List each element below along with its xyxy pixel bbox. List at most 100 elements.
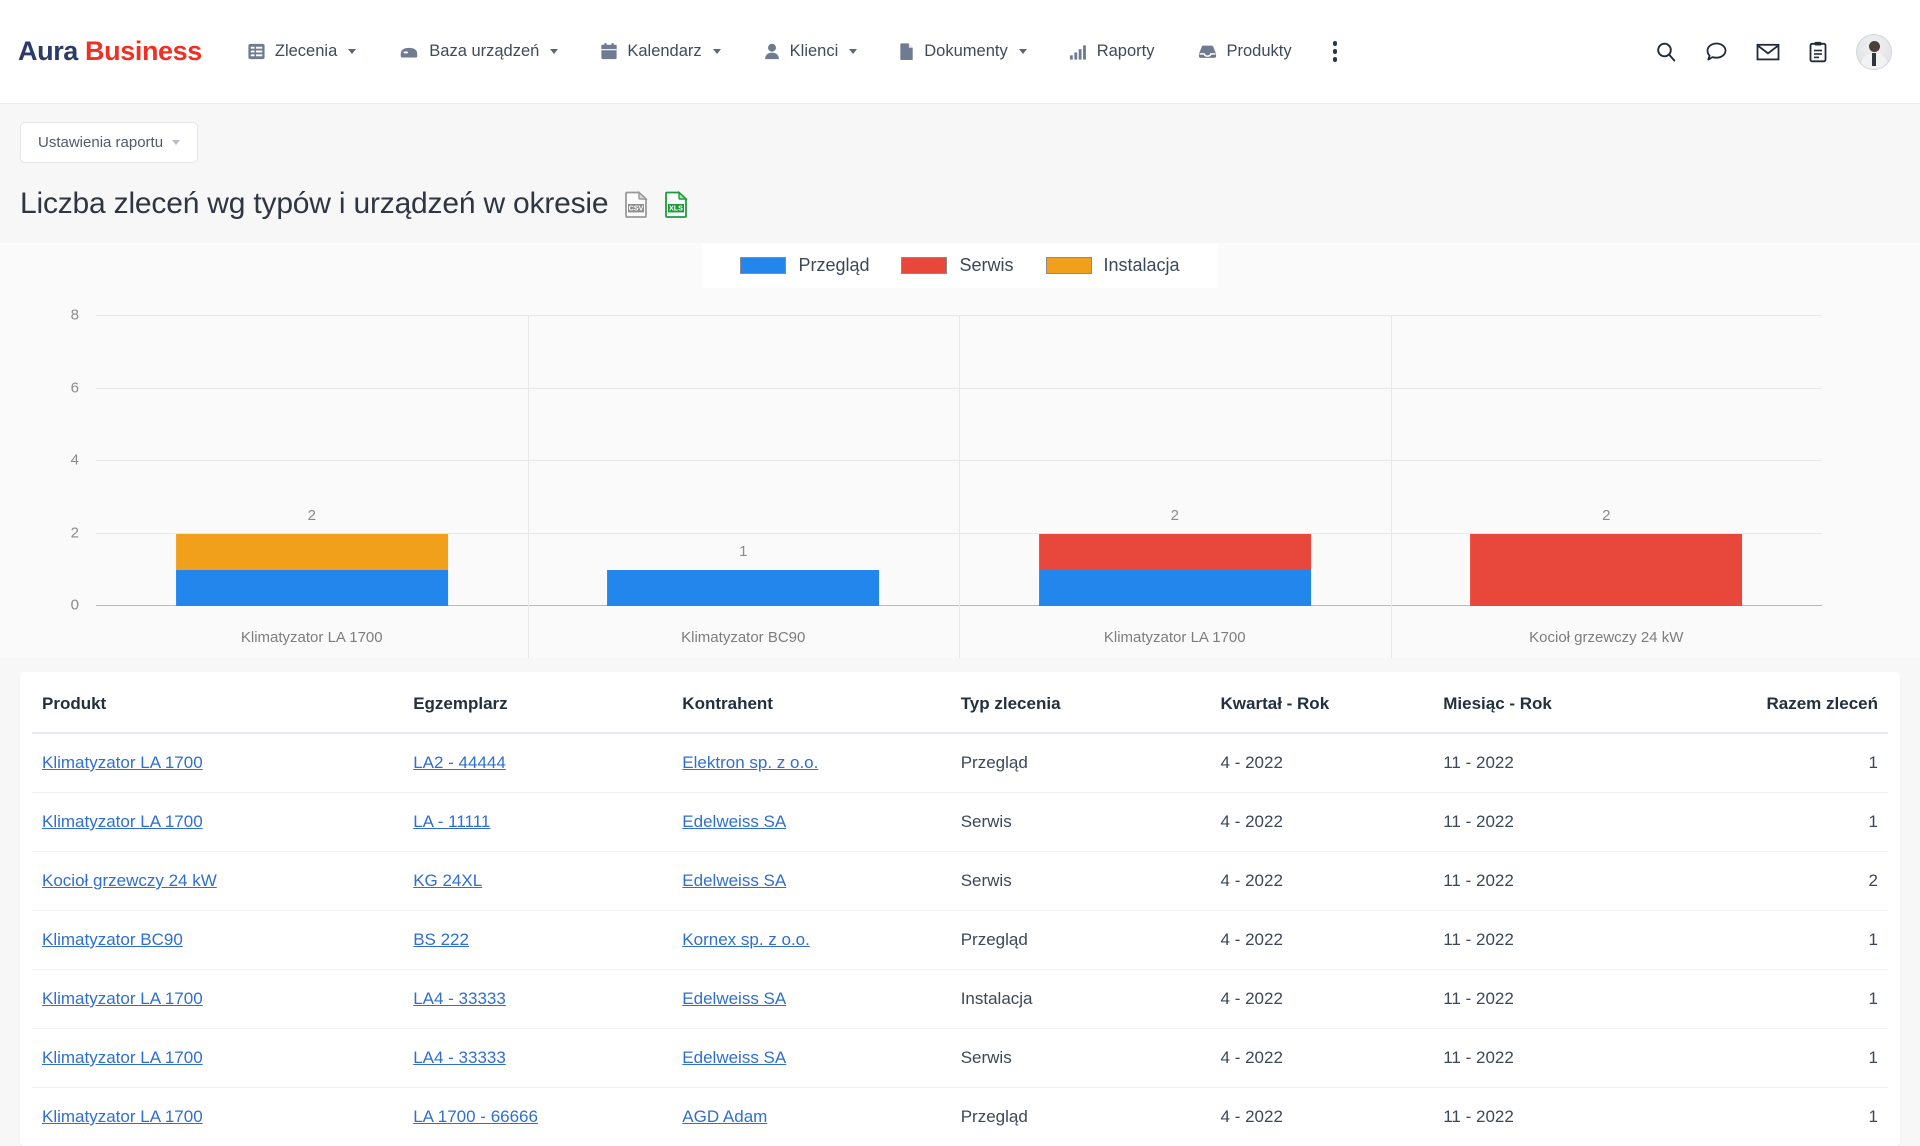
link-produkt[interactable]: Klimatyzator LA 1700 <box>42 1107 203 1126</box>
nav-item-dokumenty[interactable]: Dokumenty <box>878 0 1047 104</box>
cell-egz[interactable]: LA 1700 - 66666 <box>403 1088 672 1146</box>
kebab-dot <box>1333 41 1338 46</box>
link-egz[interactable]: LA 1700 - 66666 <box>413 1107 538 1126</box>
nav-item-zlecenia[interactable]: Zlecenia <box>226 0 377 104</box>
chart-bar-value-label: 1 <box>739 543 747 560</box>
column-header-kontrahent[interactable]: Kontrahent <box>672 672 950 733</box>
column-header-typ-zlecenia[interactable]: Typ zlecenia <box>951 672 1211 733</box>
search-icon[interactable] <box>1655 41 1677 63</box>
cell-razem: 1 <box>1730 970 1888 1029</box>
cell-kontr[interactable]: Kornex sp. z o.o. <box>672 911 950 970</box>
chart-bar[interactable] <box>1039 534 1311 607</box>
cell-egz[interactable]: LA4 - 33333 <box>403 970 672 1029</box>
cell-produkt[interactable]: Kocioł grzewczy 24 kW <box>32 852 403 911</box>
link-kontr[interactable]: Edelweiss SA <box>682 989 786 1008</box>
cell-kontr[interactable]: Edelweiss SA <box>672 1029 950 1088</box>
cell-kontr[interactable]: Edelweiss SA <box>672 852 950 911</box>
legend-item-serwis[interactable]: Serwis <box>885 255 1029 276</box>
column-header-razem-zlecen[interactable]: Razem zleceń <box>1730 672 1888 733</box>
nav-item-kalendarz[interactable]: Kalendarz <box>579 0 741 104</box>
chart-bar-segment-serwis[interactable] <box>1470 534 1742 607</box>
kebab-menu-icon[interactable] <box>1313 41 1358 62</box>
legend-item-instalacja[interactable]: Instalacja <box>1030 255 1196 276</box>
document-icon <box>899 42 915 61</box>
legend-swatch <box>1046 257 1092 274</box>
chat-bubble-icon[interactable] <box>1705 41 1728 63</box>
link-kontr[interactable]: AGD Adam <box>682 1107 767 1126</box>
cell-miesiac: 11 - 2022 <box>1433 733 1730 793</box>
cell-produkt[interactable]: Klimatyzator LA 1700 <box>32 733 403 793</box>
cell-egz[interactable]: KG 24XL <box>403 852 672 911</box>
logo-primary-text: Aura <box>18 36 78 66</box>
link-kontr[interactable]: Kornex sp. z o.o. <box>682 930 810 949</box>
chart-bar-segment-przegląd[interactable] <box>1039 570 1311 606</box>
link-produkt[interactable]: Klimatyzator LA 1700 <box>42 1048 203 1067</box>
chart-bar[interactable] <box>1470 534 1742 607</box>
cell-egz[interactable]: BS 222 <box>403 911 672 970</box>
cell-produkt[interactable]: Klimatyzator LA 1700 <box>32 793 403 852</box>
cell-produkt[interactable]: Klimatyzator BC90 <box>32 911 403 970</box>
column-header-produkt[interactable]: Produkt <box>32 672 403 733</box>
app-logo[interactable]: Aura Business <box>18 36 202 67</box>
cell-egz[interactable]: LA - 11111 <box>403 793 672 852</box>
chart-bar-segment-przegląd[interactable] <box>176 570 448 606</box>
link-kontr[interactable]: Edelweiss SA <box>682 812 786 831</box>
link-produkt[interactable]: Klimatyzator LA 1700 <box>42 812 203 831</box>
cell-produkt[interactable]: Klimatyzator LA 1700 <box>32 1088 403 1146</box>
link-egz[interactable]: LA4 - 33333 <box>413 989 506 1008</box>
legend-item-przegląd[interactable]: Przegląd <box>724 255 885 276</box>
nav-item-baza-urzadzen[interactable]: Baza urządzeń <box>377 0 579 104</box>
link-kontr[interactable]: Elektron sp. z o.o. <box>682 753 818 772</box>
cell-kontr[interactable]: AGD Adam <box>672 1088 950 1146</box>
nav-item-klienci[interactable]: Klienci <box>742 0 879 104</box>
y-axis-tick-label: 2 <box>71 524 79 541</box>
report-table: Produkt Egzemplarz Kontrahent Typ zlecen… <box>32 672 1888 1146</box>
cell-egz[interactable]: LA4 - 33333 <box>403 1029 672 1088</box>
cell-kontr[interactable]: Edelweiss SA <box>672 970 950 1029</box>
column-header-egzemplarz[interactable]: Egzemplarz <box>403 672 672 733</box>
chart-bar[interactable] <box>607 570 879 606</box>
nav-item-label: Dokumenty <box>924 42 1007 61</box>
link-egz[interactable]: LA4 - 33333 <box>413 1048 506 1067</box>
user-avatar[interactable] <box>1856 34 1892 70</box>
nav-item-raporty[interactable]: Raporty <box>1048 0 1176 104</box>
chart-bar-segment-przegląd[interactable] <box>607 570 879 606</box>
kebab-dot <box>1333 57 1338 62</box>
link-produkt[interactable]: Klimatyzator LA 1700 <box>42 989 203 1008</box>
chart-category-band: 2Klimatyzator LA 1700 <box>959 316 1391 606</box>
cell-razem: 1 <box>1730 793 1888 852</box>
link-kontr[interactable]: Edelweiss SA <box>682 871 786 890</box>
cell-kontr[interactable]: Elektron sp. z o.o. <box>672 733 950 793</box>
link-egz[interactable]: KG 24XL <box>413 871 482 890</box>
table-row: Kocioł grzewczy 24 kW KG 24XL Edelweiss SA… <box>32 852 1888 911</box>
link-produkt[interactable]: Klimatyzator BC90 <box>42 930 183 949</box>
xls-file-icon[interactable]: XLS <box>665 191 688 218</box>
clipboard-icon[interactable] <box>1808 41 1828 63</box>
cell-egz[interactable]: LA2 - 44444 <box>403 733 672 793</box>
cell-kontr[interactable]: Edelweiss SA <box>672 793 950 852</box>
chart-bar[interactable] <box>176 534 448 607</box>
csv-file-icon[interactable]: CSV <box>625 191 648 218</box>
cell-miesiac: 11 - 2022 <box>1433 1029 1730 1088</box>
link-egz[interactable]: LA - 11111 <box>413 812 490 831</box>
envelope-icon[interactable] <box>1756 42 1780 62</box>
table-row: Klimatyzator LA 1700 LA - 11111 Edelweiss … <box>32 793 1888 852</box>
cell-produkt[interactable]: Klimatyzator LA 1700 <box>32 970 403 1029</box>
chart-bar-segment-serwis[interactable] <box>1039 534 1311 570</box>
table-header-row: Produkt Egzemplarz Kontrahent Typ zlecen… <box>32 672 1888 733</box>
chart-bar-segment-instalacja[interactable] <box>176 534 448 570</box>
column-header-kwartal-rok[interactable]: Kwartał - Rok <box>1211 672 1434 733</box>
cell-produkt[interactable]: Klimatyzator LA 1700 <box>32 1029 403 1088</box>
cell-typ: Przegląd <box>951 733 1211 793</box>
table-row: Klimatyzator LA 1700 LA4 - 33333 Edelweiss… <box>32 970 1888 1029</box>
link-egz[interactable]: LA2 - 44444 <box>413 753 506 772</box>
link-produkt[interactable]: Kocioł grzewczy 24 kW <box>42 871 217 890</box>
nav-item-produkty[interactable]: Produkty <box>1176 0 1313 104</box>
cell-razem: 1 <box>1730 733 1888 793</box>
link-produkt[interactable]: Klimatyzator LA 1700 <box>42 753 203 772</box>
report-settings-button[interactable]: Ustawienia raportu <box>20 122 198 163</box>
column-header-miesiac-rok[interactable]: Miesiąc - Rok <box>1433 672 1730 733</box>
link-egz[interactable]: BS 222 <box>413 930 469 949</box>
cell-miesiac: 11 - 2022 <box>1433 970 1730 1029</box>
link-kontr[interactable]: Edelweiss SA <box>682 1048 786 1067</box>
